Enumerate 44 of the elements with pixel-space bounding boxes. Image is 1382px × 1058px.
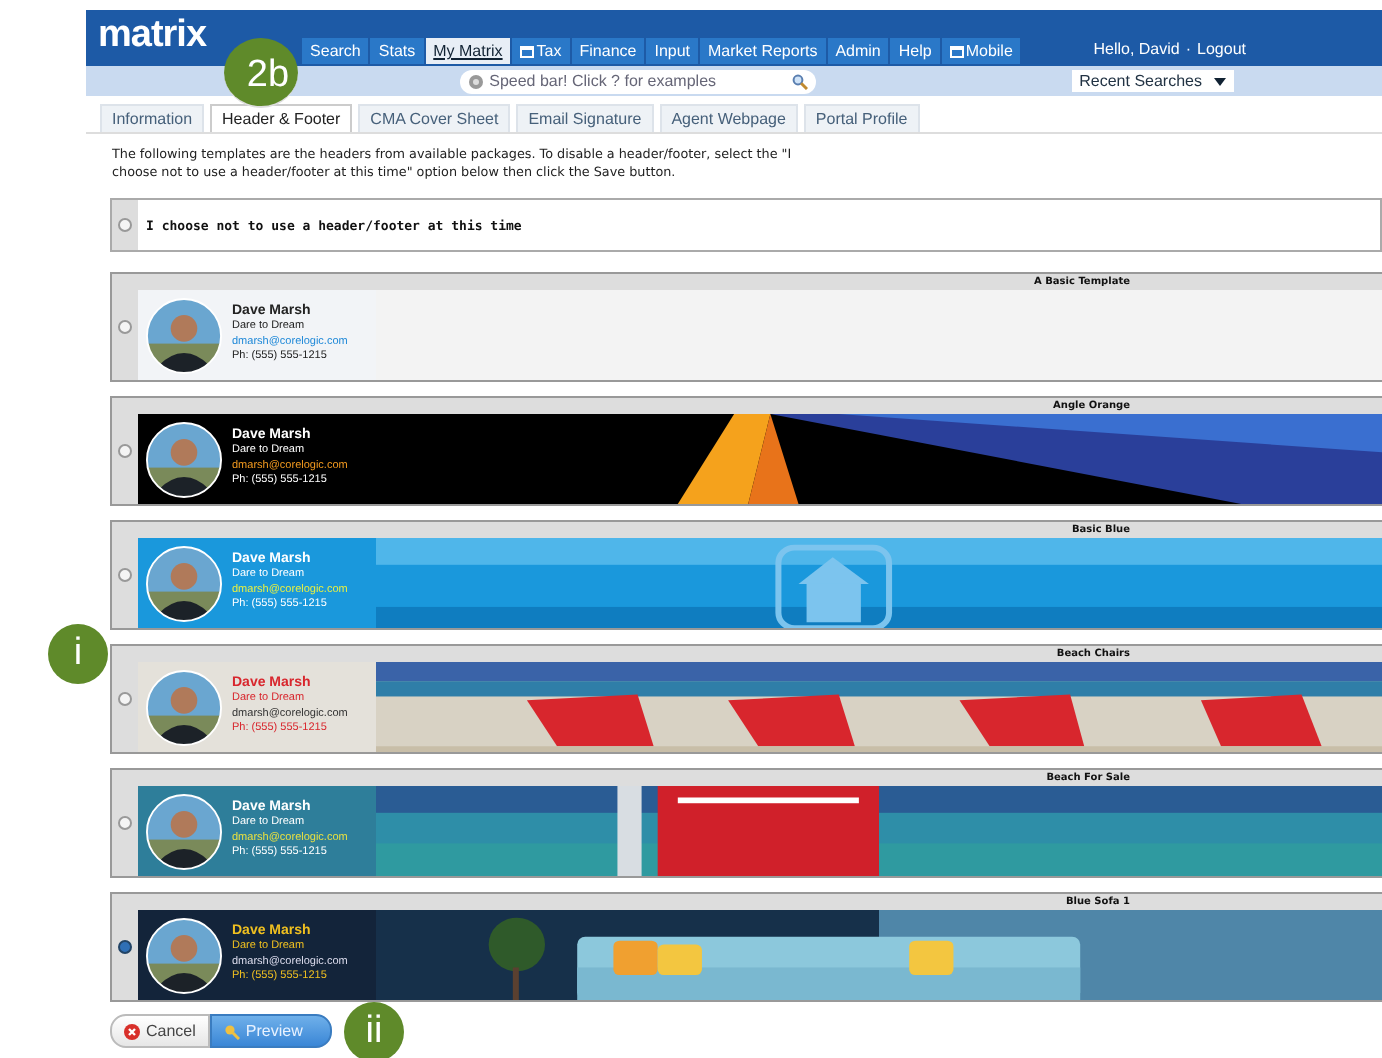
nav-tab[interactable]: Market Reports — [700, 38, 826, 64]
speed-bar-field[interactable]: Speed bar! Click ? for examples — [459, 69, 816, 93]
radio-button[interactable] — [118, 568, 132, 582]
nav-tab[interactable]: My Matrix — [425, 38, 511, 64]
radio-button[interactable] — [118, 218, 132, 232]
nav-tab[interactable]: Search — [302, 38, 369, 64]
avatar — [146, 669, 222, 745]
radio-button[interactable] — [118, 816, 132, 830]
avatar — [146, 793, 222, 869]
cancel-icon — [124, 1023, 140, 1039]
logout-link[interactable]: Logout — [1197, 40, 1246, 58]
window-icon — [949, 45, 964, 57]
search-icon — [791, 73, 808, 89]
cancel-button[interactable]: Cancel — [110, 1014, 210, 1048]
nav-tab[interactable]: Finance — [571, 38, 645, 64]
tab[interactable]: Portal Profile — [803, 104, 920, 132]
nav-tab[interactable]: Stats — [370, 38, 424, 64]
separator-text: · — [1185, 40, 1192, 58]
greeting-text: Hello, David — [1093, 40, 1180, 58]
tab[interactable]: Information — [100, 104, 205, 132]
caret-icon — [1214, 77, 1226, 85]
avatar — [146, 545, 222, 621]
nav-tab[interactable]: Input — [646, 38, 699, 64]
radio-button[interactable] — [118, 320, 132, 334]
logo: matrix — [98, 14, 207, 58]
callout-badge: i — [48, 624, 108, 684]
callout-badge: ii — [344, 1002, 404, 1058]
tab[interactable]: Email Signature — [516, 104, 654, 132]
magnifier-icon — [223, 1023, 240, 1039]
radio-button[interactable] — [118, 692, 132, 706]
tab[interactable]: Header & Footer — [210, 104, 353, 132]
radio-button[interactable] — [118, 444, 132, 458]
window-icon — [520, 45, 535, 57]
avatar — [146, 297, 222, 373]
nav-tab[interactable]: Help — [890, 38, 940, 64]
avatar — [146, 421, 222, 497]
recent-searches-dropdown[interactable]: Recent Searches — [1071, 70, 1234, 92]
nav-tab[interactable]: Tax — [512, 38, 570, 64]
tab[interactable]: Agent Webpage — [659, 104, 798, 132]
tab[interactable]: CMA Cover Sheet — [358, 104, 511, 132]
radio-button[interactable] — [118, 940, 132, 954]
nav-tab[interactable]: Mobile — [941, 38, 1021, 64]
avatar — [146, 917, 222, 993]
nav-tab[interactable]: Admin — [827, 38, 889, 64]
